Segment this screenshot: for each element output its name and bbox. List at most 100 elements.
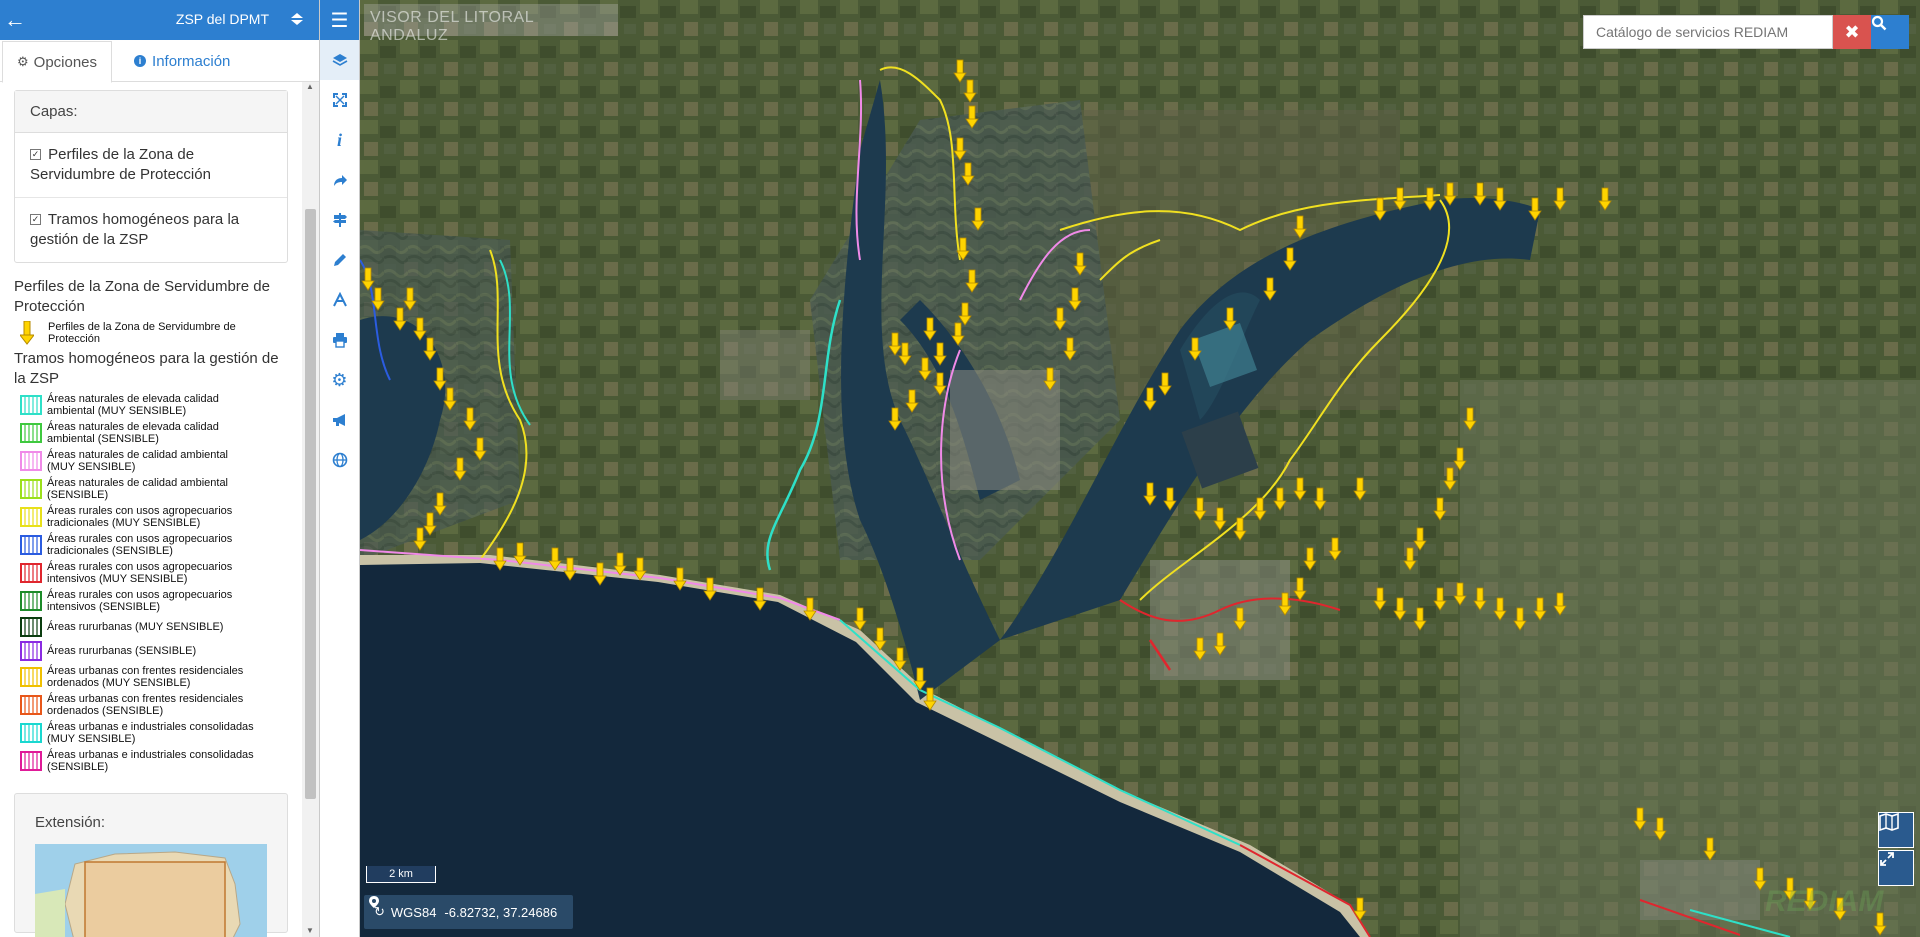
layers-icon[interactable]: [320, 40, 359, 80]
legend-label: Áreas rururbanas (MUY SENSIBLE): [47, 621, 224, 633]
viewer-title: VISOR DEL LITORAL ANDALUZ: [364, 4, 618, 44]
crs-label[interactable]: WGS84: [391, 905, 437, 920]
legend-swatch: [20, 641, 42, 661]
legend-item-profiles: Perfiles de la Zona de Servidumbre de Pr…: [14, 321, 302, 345]
extent-title: Extensión:: [35, 814, 106, 831]
megaphone-icon[interactable]: [320, 400, 359, 440]
layers-header: Capas:: [15, 91, 287, 133]
legend-item: Áreas naturales de calidad ambiental (MU…: [20, 449, 302, 473]
map-canvas[interactable]: VISOR DEL LITORAL ANDALUZ ✖ 2 km ↻ WGS84…: [360, 0, 1920, 937]
legend-item: Áreas naturales de elevada calidad ambie…: [20, 421, 302, 445]
legend-item: Áreas urbanas con frentes residenciales …: [20, 693, 302, 717]
legend-item: Áreas rururbanas (MUY SENSIBLE): [20, 617, 302, 637]
collapse-panel-icon[interactable]: [289, 12, 305, 26]
legend-label: Áreas naturales de elevada calidad ambie…: [47, 421, 219, 445]
legend-label: Áreas naturales de elevada calidad ambie…: [47, 393, 219, 417]
legend-label: Áreas rurales con usos agropecuarios tra…: [47, 533, 233, 557]
satellite-imagery: [360, 0, 1920, 937]
legend-item: Áreas urbanas con frentes residenciales …: [20, 665, 302, 689]
legend-label: Áreas naturales de calidad ambiental (SE…: [47, 477, 229, 501]
tab-opciones[interactable]: ⚙ Opciones: [2, 41, 113, 83]
extent-box: Extensión:: [14, 793, 288, 937]
legend-swatch: [20, 563, 42, 583]
gear-icon: ⚙: [17, 54, 29, 69]
expand-map-button[interactable]: [1878, 850, 1914, 886]
legend-swatch: [20, 723, 42, 743]
rediam-watermark: REDIAM: [1765, 885, 1884, 918]
legend-label: Áreas urbanas e industriales consolidada…: [47, 749, 254, 773]
legend-list: Áreas naturales de elevada calidad ambie…: [0, 393, 302, 773]
tab-informacion-label: Información: [152, 52, 231, 70]
legend-item: Áreas naturales de elevada calidad ambie…: [20, 393, 302, 417]
scrollbar-thumb[interactable]: [305, 209, 316, 799]
legend-label: Áreas urbanas con frentes residenciales …: [47, 665, 244, 689]
basemap-button[interactable]: [1878, 812, 1914, 848]
legend-swatch: [20, 395, 42, 415]
panel-scrollbar[interactable]: ▲ ▼: [302, 82, 319, 937]
legend-swatch: [20, 751, 42, 771]
legend-label: Áreas rurales con usos agropecuarios tra…: [47, 505, 233, 529]
legend-item: Áreas rurales con usos agropecuarios int…: [20, 561, 302, 585]
catalog-search-input[interactable]: [1583, 15, 1833, 49]
panel-tabs: ⚙ Opciones i Información: [0, 40, 319, 83]
hamburger-menu-icon[interactable]: ☰: [320, 0, 359, 40]
legend-label: Áreas naturales de calidad ambiental (MU…: [47, 449, 229, 473]
tab-informacion[interactable]: i Información: [120, 40, 244, 82]
legend-item: Áreas rurales con usos agropecuarios tra…: [20, 533, 302, 557]
extent-overview-map[interactable]: [35, 844, 267, 937]
scroll-down-icon[interactable]: ▼: [306, 926, 314, 935]
legend-swatch: [20, 695, 42, 715]
legend-label: Áreas rurales con usos agropecuarios int…: [47, 589, 233, 613]
legend-label: Áreas urbanas e industriales consolidada…: [47, 721, 254, 745]
share-icon[interactable]: [320, 160, 359, 200]
print-icon[interactable]: [320, 320, 359, 360]
route-icon[interactable]: [320, 280, 359, 320]
panel-scroll-area[interactable]: Capas: ✓ Perfiles de la Zona de Servidum…: [0, 82, 302, 937]
search-icon: [1871, 15, 1887, 31]
side-panel: ← ZSP del DPMT ⚙ Opciones i Información …: [0, 0, 320, 937]
legend-label-profiles: Perfiles de la Zona de Servidumbre de Pr…: [48, 321, 236, 345]
legend-label: Áreas rurales con usos agropecuarios int…: [47, 561, 233, 585]
legend-item: Áreas naturales de calidad ambiental (SE…: [20, 477, 302, 501]
legend-item: Áreas urbanas e industriales consolidada…: [20, 749, 302, 773]
yellow-arrow-icon: [20, 321, 34, 345]
fullscreen-icon[interactable]: [320, 80, 359, 120]
signpost-icon[interactable]: [320, 200, 359, 240]
legend-label: Áreas rururbanas (SENSIBLE): [47, 645, 197, 657]
layer-checkbox-profiles[interactable]: ✓: [30, 149, 41, 160]
map-toolbar: ☰ i ⚙: [320, 0, 360, 937]
legend-item: Áreas rurales con usos agropecuarios tra…: [20, 505, 302, 529]
panel-header: ← ZSP del DPMT: [0, 0, 319, 40]
panel-title: ZSP del DPMT: [175, 11, 269, 27]
scroll-up-icon[interactable]: ▲: [306, 82, 314, 91]
map-marker-icon[interactable]: [368, 895, 380, 909]
coordinate-readout: ↻ WGS84 -6.82732, 37.24686: [364, 895, 574, 929]
coordinate-value: -6.82732, 37.24686: [444, 904, 558, 920]
layer-row-stretches: ✓ Tramos homogéneos para la gestión de l…: [15, 198, 287, 262]
legend-item: Áreas rurales con usos agropecuarios int…: [20, 589, 302, 613]
clear-search-button[interactable]: ✖: [1833, 15, 1871, 49]
layer-label-stretches: Tramos homogéneos para la gestión de la …: [30, 211, 240, 248]
layers-box: Capas: ✓ Perfiles de la Zona de Servidum…: [14, 90, 288, 263]
search-button[interactable]: [1871, 15, 1909, 49]
legend-swatch: [20, 423, 42, 443]
info-circle-icon: i: [134, 55, 147, 67]
layer-label-profiles: Perfiles de la Zona de Servidumbre de Pr…: [30, 146, 211, 183]
map-icon: [1879, 813, 1899, 831]
scale-bar: 2 km: [366, 866, 436, 883]
legend-item: Áreas urbanas e industriales consolidada…: [20, 721, 302, 745]
globe-icon[interactable]: [320, 440, 359, 480]
gear-icon[interactable]: ⚙: [320, 360, 359, 400]
expand-icon: [1880, 852, 1894, 866]
pencil-icon[interactable]: [320, 240, 359, 280]
back-arrow-icon[interactable]: ←: [0, 0, 30, 40]
legend-swatch: [20, 451, 42, 471]
info-icon[interactable]: i: [320, 120, 359, 160]
layer-checkbox-stretches[interactable]: ✓: [30, 214, 41, 225]
legend-label: Áreas urbanas con frentes residenciales …: [47, 693, 244, 717]
close-icon: ✖: [1844, 21, 1860, 42]
legend-swatch: [20, 667, 42, 687]
legend-swatch: [20, 507, 42, 527]
layer-row-profiles: ✓ Perfiles de la Zona de Servidumbre de …: [15, 133, 287, 198]
legend-swatch: [20, 617, 42, 637]
